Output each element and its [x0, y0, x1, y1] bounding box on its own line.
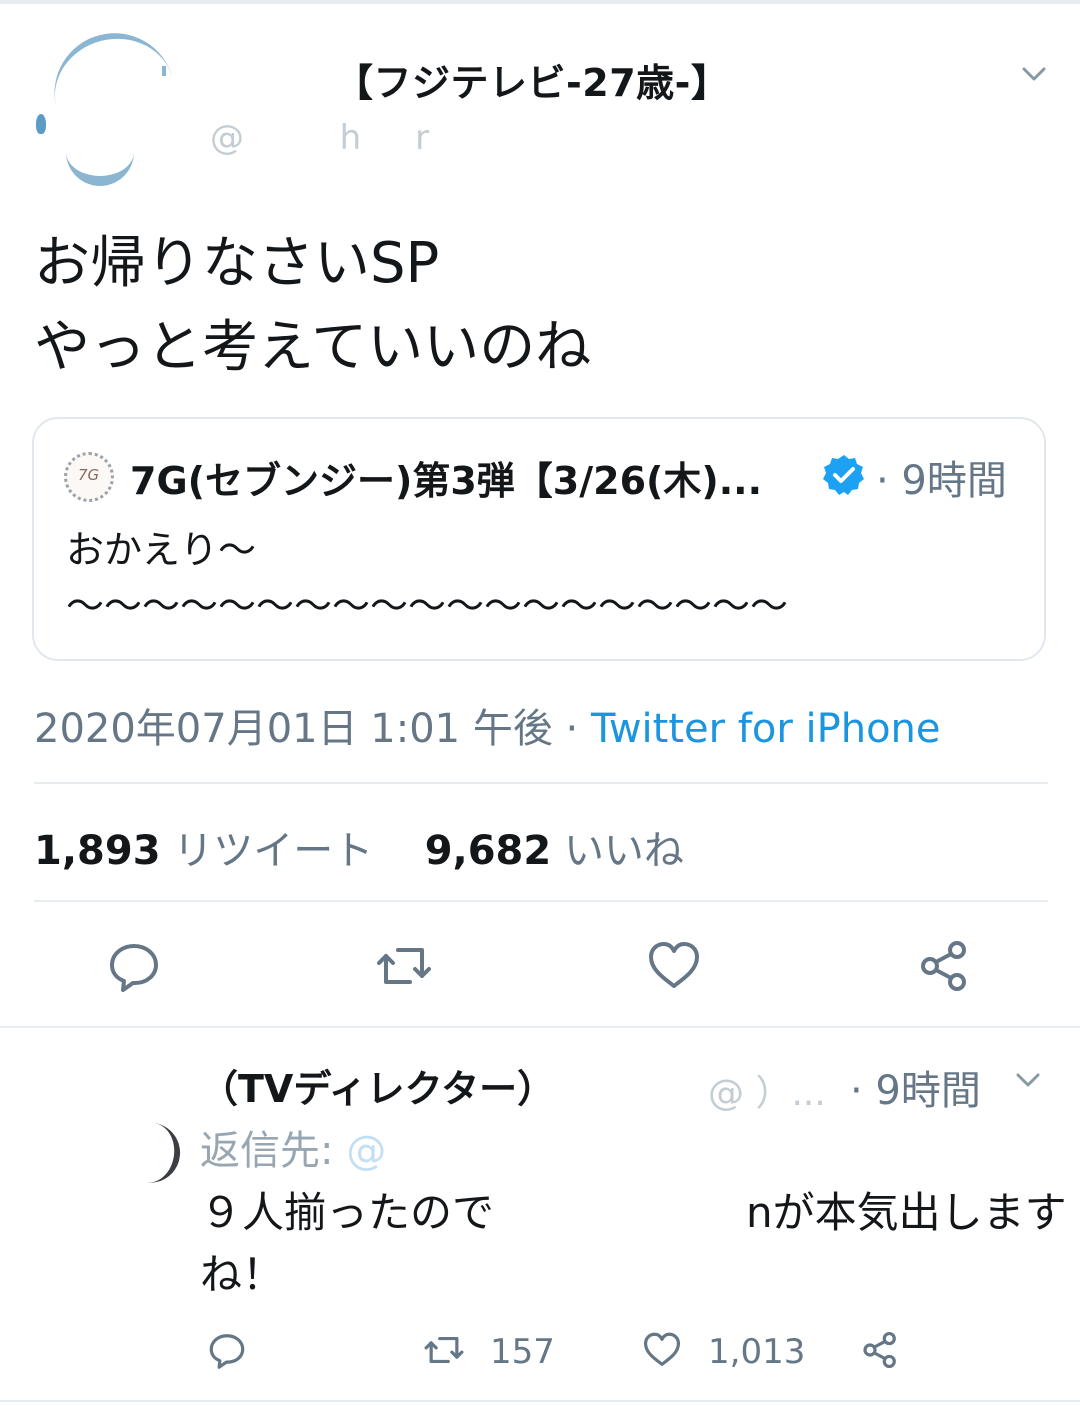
quoted-avatar-label: 7G [78, 466, 100, 484]
display-name[interactable]: 【フジテレビ-27歳-】 [335, 52, 729, 107]
tweet-stats: 1,893 リツイート 9,682 いいね [34, 818, 684, 876]
share-icon[interactable] [858, 1330, 902, 1370]
retweet-count[interactable]: 1,893 [34, 828, 161, 874]
like-label[interactable]: いいね [564, 828, 684, 874]
reply-text: ９人揃ったので nが本気出します ね！ [200, 1182, 1067, 1306]
verified-badge-icon [823, 455, 864, 495]
tweet-text-line: お帰りなさいSP [34, 231, 440, 296]
tweet-text: お帰りなさいSP やっと考えていいのね [34, 222, 591, 390]
reply-to-label: 返信先: [200, 1128, 347, 1174]
tweet-meta: 2020年07月01日 1:01 午後 · Twitter for iPhone [34, 696, 941, 754]
reply-icon[interactable] [206, 1330, 248, 1370]
reply-display-name[interactable]: （TVディレクター） [200, 1058, 555, 1113]
reply-to-mention[interactable]: @ [346, 1128, 386, 1174]
reply-like-count: 1,013 [708, 1332, 806, 1372]
user-handle[interactable]: @ h r [210, 110, 439, 159]
tweet-date: 2020年07月01日 1:01 午後 · [34, 706, 591, 752]
chevron-down-icon[interactable] [1012, 1064, 1044, 1096]
tweet-source-link[interactable]: Twitter for iPhone [591, 706, 941, 752]
retweet-icon[interactable] [376, 938, 432, 994]
like-count[interactable]: 9,682 [425, 828, 552, 874]
like-icon[interactable] [640, 1330, 684, 1370]
quoted-text-line: ～～～～～～～～～～～～～～～～～～～ [66, 584, 789, 628]
top-rule [0, 0, 1080, 4]
retweet-label[interactable]: リツイート [173, 828, 373, 874]
retweet-icon[interactable] [420, 1330, 468, 1370]
share-icon[interactable] [916, 938, 972, 994]
chevron-down-icon[interactable] [1018, 58, 1050, 90]
reply-text-line: ね！ [200, 1250, 285, 1299]
avatar-fragment [134, 1121, 184, 1187]
avatar-fragment [36, 114, 46, 134]
quoted-text: おかえり～ ～～～～～～～～～～～～～～～～～～～ [66, 522, 788, 634]
quoted-text-line: おかえり～ [66, 528, 257, 572]
avatar-fragment [162, 66, 166, 76]
reply-to-line: 返信先: @ [200, 1118, 386, 1176]
bottom-rule [0, 1400, 1080, 1402]
quoted-display-name: 7G(セブンジー)第3弾【3/26(木)... [130, 459, 763, 503]
divider [34, 900, 1048, 902]
section-divider [0, 1026, 1080, 1028]
reply-icon[interactable] [106, 938, 162, 994]
avatar-fragment [66, 146, 134, 186]
reply-timestamp: · 9時間 [850, 1068, 981, 1114]
reply-text-line: ９人揃ったので nが本気出します [200, 1188, 1067, 1237]
divider [34, 782, 1048, 784]
quoted-timestamp: · 9時間 [876, 458, 1007, 504]
reply-handle[interactable]: @ ）... [708, 1064, 826, 1116]
like-icon[interactable] [646, 938, 702, 994]
tweet-text-line: やっと考えていいのね [34, 315, 592, 380]
reply-retweet-count: 157 [490, 1332, 555, 1372]
